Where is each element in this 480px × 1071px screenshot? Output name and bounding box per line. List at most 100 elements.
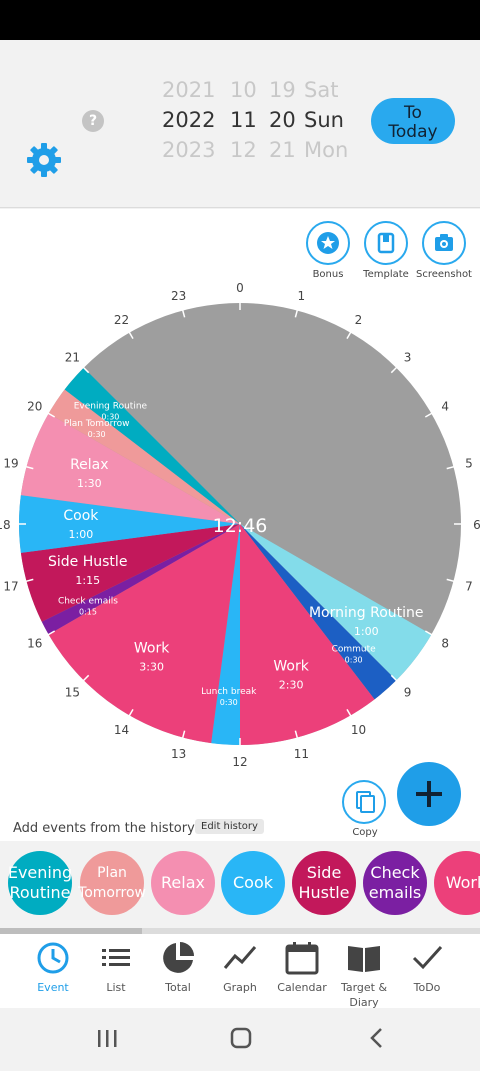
history-chip[interactable]: Plan Tomorrow <box>78 851 146 915</box>
event-name-label: Evening Routine <box>74 401 148 411</box>
hour-label: 15 <box>65 686 80 700</box>
to-today-line2: Today <box>388 122 438 142</box>
history-chip[interactable]: Side Hustle <box>292 851 356 915</box>
calendar-icon <box>285 942 319 975</box>
event-duration-label: 1:15 <box>75 574 100 587</box>
picker-weekday: Sat <box>304 78 339 102</box>
chip-line: Work <box>445 873 480 892</box>
to-today-button[interactable]: To Today <box>371 98 455 144</box>
home-icon[interactable] <box>230 1027 252 1049</box>
hour-label: 5 <box>465 457 473 471</box>
day-clock-chart[interactable]: 01234567891011121314151617181920212223 M… <box>0 209 480 769</box>
book-icon <box>348 946 380 972</box>
add-event-button[interactable] <box>397 762 461 826</box>
edit-history-button[interactable]: Edit history <box>195 819 264 834</box>
history-label: Add events from the history <box>13 821 195 836</box>
event-name-label: Morning Routine <box>309 605 424 621</box>
hour-label: 23 <box>171 289 186 303</box>
list-icon <box>102 949 130 966</box>
event-name-label: Side Hustle <box>48 554 127 570</box>
event-name-label: Commute <box>332 645 377 655</box>
picker-year: 2023 <box>162 138 216 162</box>
nav-graph[interactable]: Graph <box>208 940 272 995</box>
picker-year: 2021 <box>162 78 216 102</box>
event-duration-label: 0:30 <box>88 430 106 439</box>
event-duration-label: 0:30 <box>101 412 119 421</box>
copy-button[interactable]: Copy <box>342 780 388 838</box>
copy-label: Copy <box>352 827 378 838</box>
chip-line: Routine <box>9 883 71 902</box>
hour-label: 13 <box>171 747 186 761</box>
line-graph-icon <box>223 946 257 969</box>
event-duration-label: 0:15 <box>79 607 97 616</box>
picker-row-current[interactable]: 2022 11 20 Sun <box>150 108 360 138</box>
event-duration-label: 2:30 <box>279 679 304 692</box>
chip-line: Tomorrow <box>78 885 146 901</box>
recent-apps-icon[interactable] <box>98 1030 117 1047</box>
event-name-label: Relax <box>70 457 108 473</box>
hour-label: 11 <box>294 747 309 761</box>
history-chip[interactable]: Work <box>434 851 480 915</box>
hour-label: 0 <box>236 281 244 295</box>
hour-label: 22 <box>114 313 129 327</box>
nav-label: ToDo <box>413 981 441 994</box>
hour-label: 3 <box>404 350 412 364</box>
nav-event[interactable]: Event <box>21 940 85 995</box>
picker-month: 11 <box>230 108 257 132</box>
hour-label: 19 <box>3 457 18 471</box>
picker-day: 21 <box>269 138 296 162</box>
hour-label: 8 <box>441 637 449 651</box>
event-duration-label: 1:30 <box>77 477 102 490</box>
hour-label: 20 <box>27 400 42 414</box>
history-chip[interactable]: Cook <box>221 851 285 915</box>
event-duration-label: 3:30 <box>139 660 164 673</box>
event-duration-label: 1:00 <box>354 625 379 638</box>
history-chip[interactable]: Evening Routine <box>8 851 72 915</box>
nav-label: Calendar <box>277 981 327 994</box>
history-chip[interactable]: Relax <box>151 851 215 915</box>
nav-label: Event <box>37 981 69 994</box>
event-duration-label: 0:30 <box>220 698 238 707</box>
event-name-label: Check emails <box>58 596 118 606</box>
check-icon <box>412 945 443 970</box>
hour-label: 12 <box>232 755 247 769</box>
picker-weekday: Sun <box>304 108 344 132</box>
nav-label: Target & Diary <box>340 981 388 1009</box>
hour-label: 9 <box>404 686 412 700</box>
to-today-line1: To <box>404 103 422 123</box>
chip-line: Evening <box>7 863 73 882</box>
nav-label: List <box>106 981 126 994</box>
nav-calendar[interactable]: Calendar <box>270 940 334 995</box>
hour-label: 6 <box>473 518 480 532</box>
nav-list[interactable]: List <box>84 940 148 995</box>
history-bar: Add events from the history Edit history <box>0 812 340 842</box>
bottom-navigation: Event List Total Graph Calendar Target &… <box>0 934 480 1010</box>
chip-line: Side <box>306 863 342 882</box>
hour-label: 1 <box>298 289 306 303</box>
gear-icon[interactable] <box>26 142 62 178</box>
chip-line: Check <box>370 863 420 882</box>
nav-todo[interactable]: ToDo <box>395 940 459 995</box>
nav-label: Graph <box>223 981 257 994</box>
event-name-label: Work <box>134 640 170 656</box>
history-chip[interactable]: Check emails <box>363 851 427 915</box>
hour-label: 2 <box>355 313 363 327</box>
picker-row-next[interactable]: 2023 12 21 Mon <box>150 138 360 168</box>
picker-day: 20 <box>269 108 296 132</box>
picker-row-prev[interactable]: 2021 10 19 Sat <box>150 78 360 108</box>
center-time: 12:46 <box>213 515 268 537</box>
nav-total[interactable]: Total <box>146 940 210 995</box>
picker-day: 19 <box>269 78 296 102</box>
history-chips[interactable]: Evening Routine Plan Tomorrow Relax Cook S… <box>0 841 480 929</box>
picker-month: 10 <box>230 78 257 102</box>
system-navigation-bar <box>0 1008 480 1067</box>
chip-line: Cook <box>232 873 273 892</box>
back-icon[interactable] <box>370 1028 382 1048</box>
date-picker[interactable]: 2021 10 19 Sat 2022 11 20 Sun 2023 12 21… <box>150 78 360 208</box>
chip-line: Plan <box>97 865 127 881</box>
nav-target-diary[interactable]: Target & Diary <box>332 940 396 1010</box>
hour-label: 4 <box>441 400 449 414</box>
hour-label: 16 <box>27 637 42 651</box>
plus-icon <box>416 781 442 807</box>
help-icon[interactable]: ? <box>82 110 104 132</box>
